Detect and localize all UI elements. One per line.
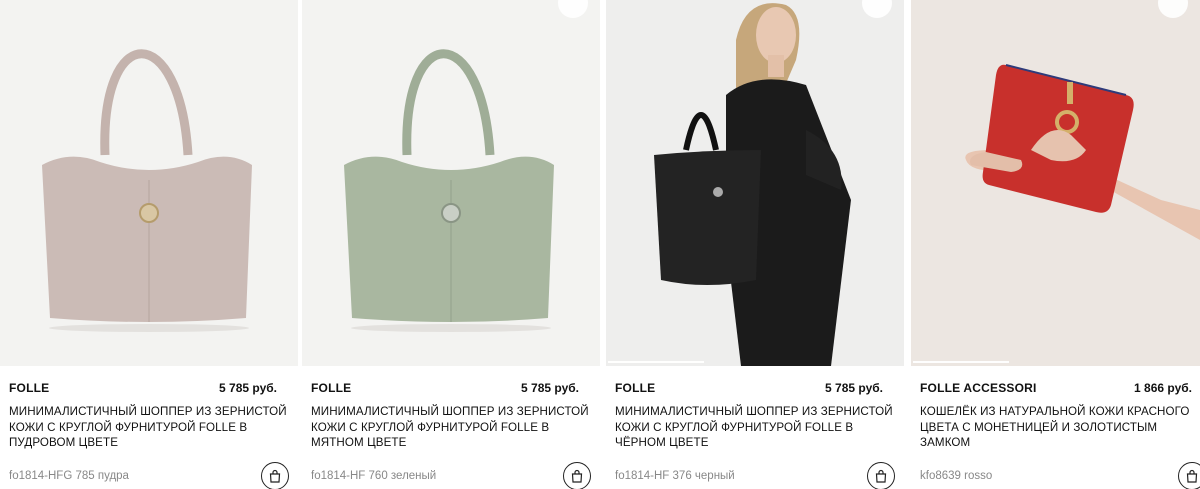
shopping-bag-icon [571, 469, 583, 483]
product-brand[interactable]: FOLLE [9, 381, 49, 395]
product-sku: fo1814-HFG 785 пудра [9, 470, 129, 482]
product-brand[interactable]: FOLLE [615, 381, 655, 395]
product-image-red-wallet[interactable] [911, 0, 1200, 366]
add-to-cart-button[interactable] [563, 462, 591, 489]
product-info: FOLLE 5 785 руб. МИНИМАЛИСТИЧНЫЙ ШОППЕР … [0, 366, 298, 489]
product-info: FOLLE 5 785 руб. МИНИМАЛИСТИЧНЫЙ ШОППЕР … [302, 366, 600, 489]
product-grid: FOLLE 5 785 руб. МИНИМАЛИСТИЧНЫЙ ШОППЕР … [0, 0, 1200, 489]
product-card[interactable]: FOLLE 5 785 руб. МИНИМАЛИСТИЧНЫЙ ШОППЕР … [606, 0, 904, 489]
shopping-bag-icon [269, 469, 281, 483]
add-to-cart-button[interactable] [1178, 462, 1200, 489]
product-sku: kfo8639 rosso [920, 470, 993, 482]
product-title[interactable]: МИНИМАЛИСТИЧНЫЙ ШОППЕР ИЗ ЗЕРНИСТОЙ КОЖИ… [615, 404, 895, 451]
product-price: 5 785 руб. [219, 381, 277, 395]
product-brand[interactable]: FOLLE ACCESSORI [920, 381, 1037, 395]
product-image-powder-tote[interactable] [0, 0, 298, 366]
shopping-bag-icon [1186, 469, 1198, 483]
product-brand[interactable]: FOLLE [311, 381, 351, 395]
product-price: 5 785 руб. [521, 381, 579, 395]
add-to-cart-button[interactable] [261, 462, 289, 489]
product-card[interactable]: FOLLE ACCESSORI 1 866 руб. КОШЕЛЁК ИЗ НА… [911, 0, 1200, 489]
product-info: FOLLE ACCESSORI 1 866 руб. КОШЕЛЁК ИЗ НА… [911, 366, 1200, 489]
product-image-mint-tote[interactable] [302, 0, 600, 366]
image-slider-indicator [913, 361, 1009, 363]
product-price: 5 785 руб. [825, 381, 883, 395]
product-info: FOLLE 5 785 руб. МИНИМАЛИСТИЧНЫЙ ШОППЕР … [606, 366, 904, 489]
add-to-cart-button[interactable] [867, 462, 895, 489]
product-card[interactable]: FOLLE 5 785 руб. МИНИМАЛИСТИЧНЫЙ ШОППЕР … [302, 0, 600, 489]
product-price: 1 866 руб. [1134, 381, 1192, 395]
product-card[interactable]: FOLLE 5 785 руб. МИНИМАЛИСТИЧНЫЙ ШОППЕР … [0, 0, 298, 489]
product-title[interactable]: МИНИМАЛИСТИЧНЫЙ ШОППЕР ИЗ ЗЕРНИСТОЙ КОЖИ… [311, 404, 591, 451]
product-title[interactable]: КОШЕЛЁК ИЗ НАТУРАЛЬНОЙ КОЖИ КРАСНОГО ЦВЕ… [920, 404, 1200, 451]
product-sku: fo1814-HF 376 черный [615, 470, 735, 482]
product-title[interactable]: МИНИМАЛИСТИЧНЫЙ ШОППЕР ИЗ ЗЕРНИСТОЙ КОЖИ… [9, 404, 289, 451]
product-sku: fo1814-HF 760 зеленый [311, 470, 437, 482]
image-slider-indicator [608, 361, 704, 363]
product-image-model-black-tote[interactable] [606, 0, 904, 366]
shopping-bag-icon [875, 469, 887, 483]
